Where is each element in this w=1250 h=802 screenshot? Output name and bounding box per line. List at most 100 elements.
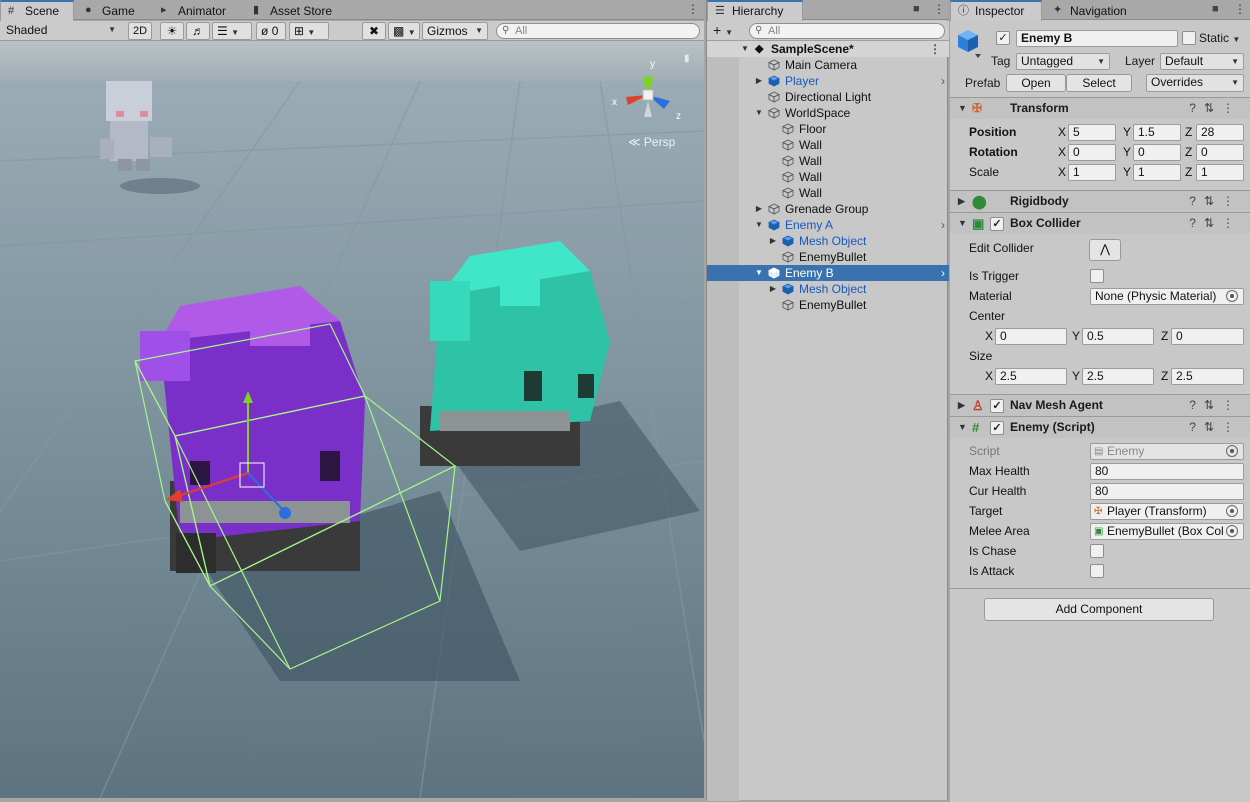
scene-search-input[interactable]: ⚲ All (496, 23, 700, 39)
tab-inspector[interactable]: ⓘ Inspector (950, 0, 1042, 21)
camera-lock-icon[interactable]: ▮ (684, 53, 690, 64)
size-y-field[interactable]: 2.5 (1082, 368, 1154, 385)
tab-scene[interactable]: # Scene (0, 0, 74, 21)
chevron-right-icon[interactable]: › (941, 265, 945, 281)
position-y-field[interactable]: 1.5 (1133, 124, 1181, 141)
scene-menu-icon[interactable]: ⋮ (929, 41, 941, 57)
shading-mode-dropdown[interactable]: Shaded ▼ (2, 22, 120, 40)
center-x-field[interactable]: 0 (995, 328, 1067, 345)
rotation-y-field[interactable]: 0 (1133, 144, 1181, 161)
enemy-b-character[interactable] (140, 286, 365, 573)
is-chase-checkbox[interactable] (1090, 544, 1104, 558)
object-name-field[interactable]: Enemy B (1016, 30, 1178, 47)
hierarchy-item[interactable]: ▶ Mesh Object (707, 233, 949, 249)
tab-game[interactable]: ● Game (78, 1, 145, 20)
position-z-field[interactable]: 28 (1196, 124, 1244, 141)
rotation-z-field[interactable]: 0 (1196, 144, 1244, 161)
foldout-expanded-icon[interactable]: ▼ (754, 217, 764, 233)
prefab-open-button[interactable]: Open (1006, 74, 1066, 92)
is-trigger-checkbox[interactable] (1090, 269, 1104, 283)
lock-icon[interactable]: ■ (1212, 3, 1224, 15)
target-field[interactable]: ✠ Player (Transform) (1090, 503, 1244, 520)
layer-dropdown[interactable]: Default ▼ (1160, 53, 1244, 70)
is-attack-checkbox[interactable] (1090, 564, 1104, 578)
nav-mesh-agent-enabled-checkbox[interactable]: ✓ (990, 399, 1004, 413)
hierarchy-item[interactable]: EnemyBullet (707, 297, 949, 313)
tab-navigation[interactable]: ✦ Navigation (1046, 1, 1137, 20)
box-collider-header[interactable]: ▼ ▣ ✓ Box Collider ?⇅⋮ (950, 212, 1250, 234)
inspector-menu-icon[interactable]: ⋮ (1234, 3, 1246, 17)
camera-dropdown[interactable]: ▩ ▼ (388, 22, 420, 40)
hierarchy-item[interactable]: Wall (707, 137, 949, 153)
center-y-field[interactable]: 0.5 (1082, 328, 1154, 345)
scene-viewport[interactable]: y x z ▮ ≪ Persp (0, 41, 704, 798)
hierarchy-item[interactable]: EnemyBullet (707, 249, 949, 265)
size-x-field[interactable]: 2.5 (995, 368, 1067, 385)
effects-dropdown[interactable]: ☰ ▼ (212, 22, 252, 40)
chevron-right-icon[interactable]: › (941, 73, 945, 89)
projection-label[interactable]: ≪ Persp (628, 135, 675, 149)
component-header-icons[interactable]: ?⇅⋮ (1189, 98, 1242, 119)
scene-menu-icon[interactable]: ⋮ (687, 3, 699, 17)
hierarchy-item[interactable]: Wall (707, 185, 949, 201)
audio-toggle[interactable]: ♬ (186, 22, 210, 40)
material-field[interactable]: None (Physic Material) (1090, 288, 1244, 305)
component-header-icons[interactable]: ?⇅⋮ (1189, 191, 1242, 212)
edit-collider-button[interactable]: ⋀ (1089, 239, 1121, 261)
create-dropdown[interactable]: + ▼ (713, 22, 733, 41)
cur-health-field[interactable]: 80 (1090, 483, 1244, 500)
foldout-expanded-icon[interactable]: ▼ (754, 105, 764, 121)
static-dropdown[interactable]: Static ▼ (1199, 31, 1240, 45)
hierarchy-item[interactable]: ▼ Enemy B › (707, 265, 949, 281)
add-component-button[interactable]: Add Component (984, 598, 1214, 621)
hierarchy-item[interactable]: ▶ Grenade Group (707, 201, 949, 217)
hierarchy-item[interactable]: ▶ Mesh Object (707, 281, 949, 297)
tab-hierarchy[interactable]: ☰ Hierarchy (707, 0, 803, 21)
lock-icon[interactable]: ■ (913, 3, 925, 15)
size-z-field[interactable]: 2.5 (1171, 368, 1244, 385)
prefab-overrides-dropdown[interactable]: Overrides ▼ (1146, 74, 1244, 92)
grid-snap-dropdown[interactable]: ⊞ ▼ (289, 22, 329, 40)
foldout-collapsed-icon[interactable]: ▶ (768, 233, 778, 249)
center-z-field[interactable]: 0 (1171, 328, 1244, 345)
rotation-x-field[interactable]: 0 (1068, 144, 1116, 161)
tab-animator[interactable]: ▸ Animator (154, 1, 236, 20)
hierarchy-item[interactable]: Wall (707, 169, 949, 185)
foldout-collapsed-icon[interactable]: ▶ (754, 73, 764, 89)
hierarchy-item[interactable]: Wall (707, 153, 949, 169)
hierarchy-menu-icon[interactable]: ⋮ (933, 3, 945, 17)
melee-area-field[interactable]: ▣ EnemyBullet (Box Col (1090, 523, 1244, 540)
foldout-collapsed-icon[interactable]: ▶ (754, 201, 764, 217)
object-picker-icon[interactable] (1226, 505, 1238, 517)
scene-root-row[interactable]: ▼ ◆ SampleScene* ⋮ (707, 41, 949, 57)
hierarchy-item[interactable]: ▼ Enemy A › (707, 217, 949, 233)
hierarchy-item[interactable]: ▼ WorldSpace (707, 105, 949, 121)
hierarchy-item[interactable]: Floor (707, 121, 949, 137)
rigidbody-header[interactable]: ▶ ⬤ Rigidbody ?⇅⋮ (950, 190, 1250, 212)
scale-y-field[interactable]: 1 (1133, 164, 1181, 181)
component-header-icons[interactable]: ?⇅⋮ (1189, 395, 1242, 416)
prefab-select-button[interactable]: Select (1066, 74, 1132, 92)
tag-dropdown[interactable]: Untagged ▼ (1016, 53, 1110, 70)
transform-header[interactable]: ▼ ✠ Transform ?⇅⋮ (950, 97, 1250, 119)
component-header-icons[interactable]: ?⇅⋮ (1189, 417, 1242, 438)
hierarchy-item[interactable]: Main Camera (707, 57, 949, 73)
position-x-field[interactable]: 5 (1068, 124, 1116, 141)
object-picker-icon[interactable] (1226, 290, 1238, 302)
tools-button[interactable]: ✖ (362, 22, 386, 40)
active-checkbox[interactable]: ✓ (996, 31, 1010, 45)
enemy-script-enabled-checkbox[interactable]: ✓ (990, 421, 1004, 435)
chevron-right-icon[interactable]: › (941, 217, 945, 233)
foldout-collapsed-icon[interactable]: ▶ (768, 281, 778, 297)
orientation-gizmo[interactable]: y x z (612, 59, 684, 137)
hierarchy-item[interactable]: Directional Light (707, 89, 949, 105)
gizmos-dropdown[interactable]: Gizmos ▼ (422, 22, 488, 40)
mode-2d-toggle[interactable]: 2D (128, 22, 152, 40)
lighting-toggle[interactable]: ☀ (160, 22, 184, 40)
scale-x-field[interactable]: 1 (1068, 164, 1116, 181)
foldout-expanded-icon[interactable]: ▼ (754, 265, 764, 281)
object-picker-icon[interactable] (1226, 525, 1238, 537)
static-checkbox[interactable] (1182, 31, 1196, 45)
nav-mesh-agent-header[interactable]: ▶ ♙ ✓ Nav Mesh Agent ?⇅⋮ (950, 394, 1250, 416)
gameobject-icon[interactable] (957, 28, 983, 60)
